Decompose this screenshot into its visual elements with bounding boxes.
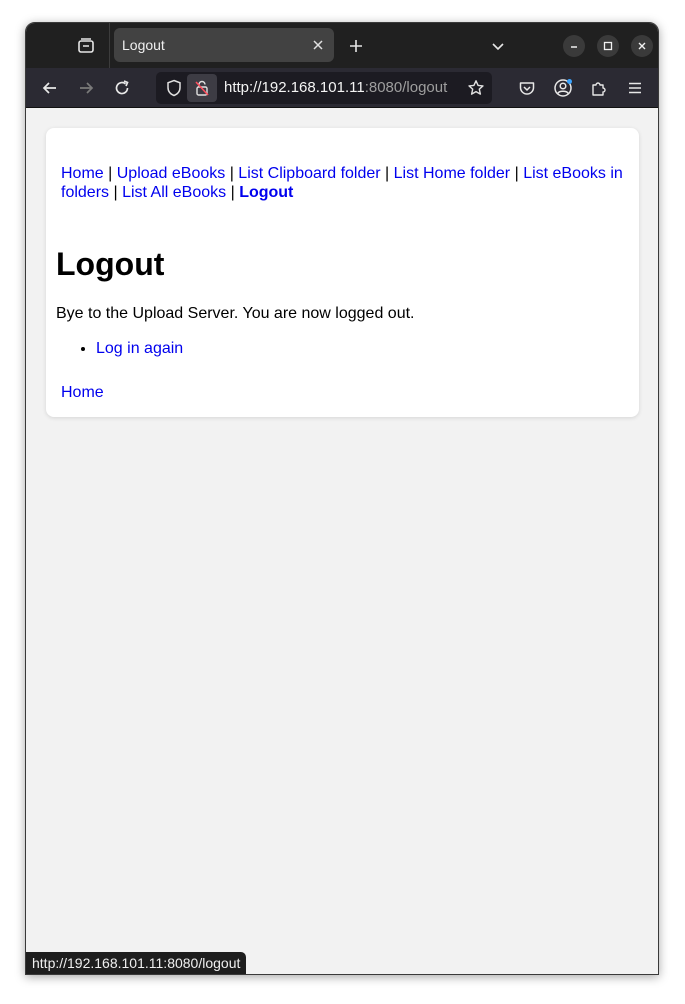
home-link[interactable]: Home xyxy=(61,384,104,401)
page-title: Logout xyxy=(56,246,165,282)
insecure-lock-icon[interactable] xyxy=(187,74,217,102)
footer-home: Home xyxy=(61,384,104,402)
logout-message: Bye to the Upload Server. You are now lo… xyxy=(56,305,415,322)
reload-icon[interactable] xyxy=(110,76,134,100)
browser-window: Logout http://192.168.101.11:8080/logout… xyxy=(25,22,659,975)
tab-bar-separator xyxy=(109,23,110,68)
nav-link-upload[interactable]: Upload eBooks xyxy=(117,165,226,182)
tab-title: Logout xyxy=(122,37,165,53)
login-again-link[interactable]: Log in again xyxy=(96,340,183,357)
nav-separator: | xyxy=(510,165,524,182)
nav-current-logout: Logout xyxy=(239,184,294,201)
url-text[interactable]: http://192.168.101.11:8080/logout xyxy=(224,79,460,96)
maximize-icon[interactable] xyxy=(597,35,619,57)
action-list: Log in again xyxy=(56,340,183,358)
nav-separator: | xyxy=(380,165,394,182)
bookmark-star-icon[interactable] xyxy=(464,76,488,100)
url-path: :8080/logout xyxy=(364,79,448,96)
page-content: Home | Upload eBooks | List Clipboard fo… xyxy=(26,108,658,974)
url-bar[interactable]: http://192.168.101.11:8080/logout xyxy=(156,72,492,104)
pocket-icon[interactable] xyxy=(515,76,539,100)
nav-separator: | xyxy=(103,165,117,182)
tab-overview-icon[interactable] xyxy=(74,34,98,58)
content-card: Home | Upload eBooks | List Clipboard fo… xyxy=(46,128,639,417)
nav-separator: | xyxy=(225,165,239,182)
list-item: Log in again xyxy=(96,340,183,358)
nav-link-home[interactable]: Home xyxy=(61,165,104,182)
shield-icon[interactable] xyxy=(162,76,186,100)
top-navigation: Home | Upload eBooks | List Clipboard fo… xyxy=(61,164,631,202)
nav-separator: | xyxy=(226,184,240,201)
chevron-down-icon[interactable] xyxy=(486,34,510,58)
url-host: http://192.168.101.11 xyxy=(224,79,365,96)
forward-arrow-icon[interactable] xyxy=(74,76,98,100)
close-icon[interactable] xyxy=(306,33,330,57)
tab-logout[interactable]: Logout xyxy=(114,28,334,62)
nav-link-home-folder[interactable]: List Home folder xyxy=(394,165,511,182)
tab-bar: Logout xyxy=(26,23,658,68)
nav-link-clipboard[interactable]: List Clipboard folder xyxy=(238,165,380,182)
window-close-icon[interactable] xyxy=(631,35,653,57)
status-bar-url: http://192.168.101.11:8080/logout xyxy=(26,952,247,974)
navigation-toolbar: http://192.168.101.11:8080/logout xyxy=(26,68,658,108)
extensions-icon[interactable] xyxy=(587,76,611,100)
account-icon[interactable] xyxy=(551,76,575,100)
menu-icon[interactable] xyxy=(623,76,647,100)
nav-link-all-ebooks[interactable]: List All eBooks xyxy=(122,184,226,201)
minimize-icon[interactable] xyxy=(563,35,585,57)
back-arrow-icon[interactable] xyxy=(38,76,62,100)
new-tab-icon[interactable] xyxy=(344,34,368,58)
nav-separator: | xyxy=(109,184,123,201)
